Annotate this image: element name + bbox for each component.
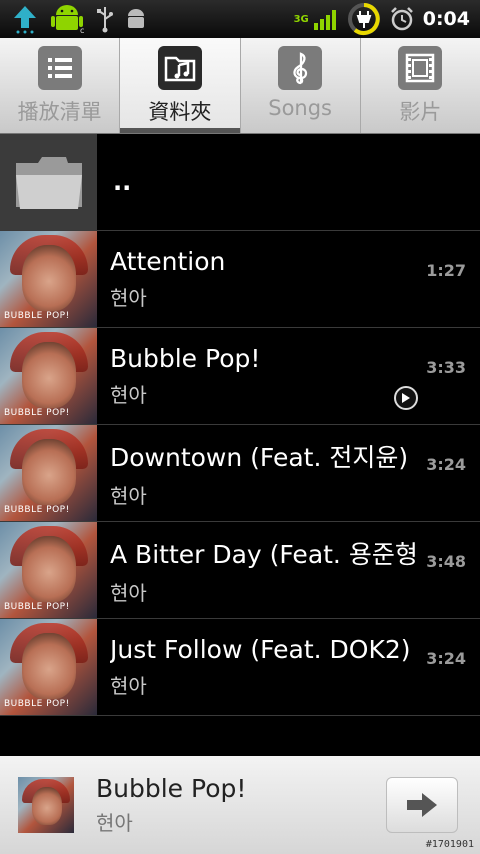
album-art: BUBBLE POP! [0, 328, 97, 424]
song-row[interactable]: BUBBLE POP! Downtown (Feat. 전지윤) 현아 3:24 [0, 425, 480, 522]
folder-icon [0, 134, 97, 230]
song-title: Bubble Pop! [110, 344, 261, 373]
song-duration: 3:33 [426, 358, 466, 377]
library-tabs: 播放清單 資料夾 Songs 影片 [0, 38, 480, 134]
folder-music-icon [157, 46, 202, 90]
song-title: Attention [110, 247, 226, 276]
signal-bars-icon [313, 7, 339, 31]
network-type: 3G [293, 13, 309, 25]
song-duration: 1:27 [426, 261, 466, 280]
tab-label: 播放清單 [17, 100, 102, 124]
now-playing-indicator-icon [394, 386, 418, 410]
album-art: BUBBLE POP! [0, 425, 97, 521]
song-artist: 현아 [110, 286, 147, 310]
parent-folder-row[interactable]: .. [0, 134, 480, 231]
svg-text:c: c [80, 26, 84, 35]
song-artist: 현아 [110, 383, 147, 407]
now-playing-title: Bubble Pop! [96, 774, 247, 803]
tab-label: 資料夾 [148, 100, 212, 124]
song-title: Just Follow (Feat. DOK2) [110, 635, 411, 664]
album-art: BUBBLE POP! [0, 619, 97, 715]
playlist-icon [37, 46, 82, 90]
now-playing-bar[interactable]: Bubble Pop! 현아 #1701901 [0, 756, 480, 854]
tab-playlists[interactable]: 播放清單 [0, 38, 121, 133]
song-row[interactable]: BUBBLE POP! A Bitter Day (Feat. 용준형 & 현아… [0, 522, 480, 619]
song-title: Downtown (Feat. 전지윤) [110, 442, 409, 472]
tab-videos[interactable]: 影片 [361, 38, 480, 133]
tab-label: 影片 [399, 100, 442, 124]
watermark: #1701901 [425, 839, 474, 850]
arrow-right-icon [407, 793, 437, 817]
android-debug-icon [124, 6, 148, 32]
alarm-clock-icon [389, 6, 415, 32]
song-duration: 3:24 [426, 649, 466, 668]
treble-clef-icon [278, 46, 323, 90]
tab-songs[interactable]: Songs [241, 38, 361, 133]
song-row[interactable]: BUBBLE POP! Just Follow (Feat. DOK2) 현아 … [0, 619, 480, 716]
song-row[interactable]: BUBBLE POP! Bubble Pop! 현아 3:33 [0, 328, 480, 425]
tab-folders[interactable]: 資料夾 [120, 38, 241, 133]
film-icon [398, 46, 443, 90]
now-playing-artist: 현아 [96, 811, 133, 835]
song-duration: 3:48 [426, 552, 466, 571]
usb-icon [96, 5, 114, 33]
song-artist: 현아 [110, 674, 147, 698]
song-duration: 3:24 [426, 455, 466, 474]
now-playing-album-art [18, 777, 74, 833]
charging-battery-icon [347, 2, 381, 36]
song-title: A Bitter Day (Feat. 용준형 & [110, 539, 420, 569]
song-row[interactable]: BUBBLE POP! Attention 현아 1:27 [0, 231, 480, 328]
go-to-player-button[interactable] [386, 777, 458, 833]
album-art: BUBBLE POP! [0, 231, 97, 327]
status-clock: 0:04 [422, 8, 470, 30]
upload-arrow-icon [12, 4, 38, 34]
song-artist: 현아 [110, 483, 147, 508]
tab-label: Songs [268, 96, 332, 120]
android-robot-icon: c [48, 3, 86, 35]
song-artist: 현아 [110, 580, 147, 605]
album-art: BUBBLE POP! [0, 522, 97, 618]
status-bar: c 3G 0:04 [0, 0, 480, 38]
parent-dir-label: .. [113, 168, 132, 196]
folder-list: .. BUBBLE POP! Attention 현아 1:27 BUBBLE … [0, 134, 480, 716]
